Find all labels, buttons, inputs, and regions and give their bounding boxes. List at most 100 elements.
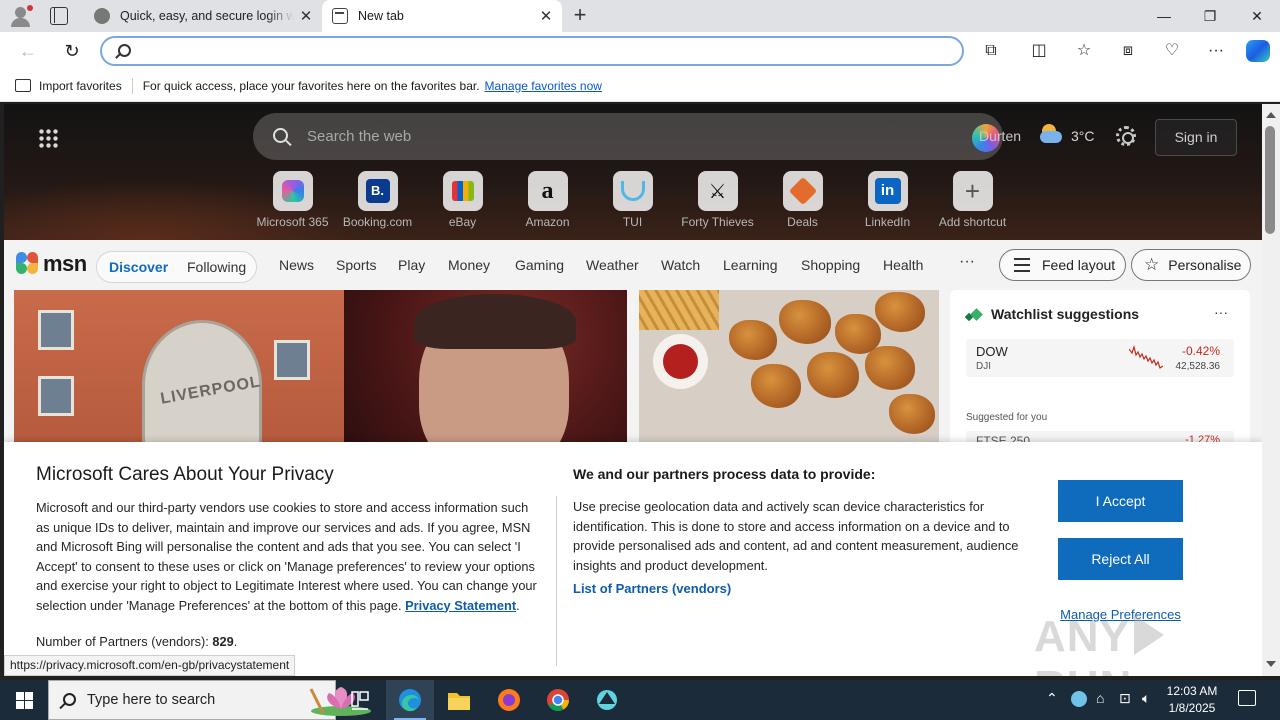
nav-weather[interactable]: Weather [586, 257, 639, 273]
edge-taskbar-icon[interactable] [386, 680, 434, 720]
shortcut-label: LinkedIn [864, 215, 911, 229]
copilot-icon[interactable] [1246, 40, 1270, 62]
close-tab-icon[interactable]: ✕ [534, 7, 558, 25]
nav-news[interactable]: News [279, 257, 314, 273]
nav-health[interactable]: Health [883, 257, 923, 273]
profile-avatar-icon[interactable] [8, 4, 34, 28]
watchlist-row-dow[interactable]: DOW DJI -0.42% 42,528.36 [966, 339, 1234, 377]
partly-cloudy-icon[interactable] [1038, 124, 1064, 144]
new-tab-button[interactable]: + [568, 4, 592, 28]
tab-new-tab[interactable]: New tab ✕ [322, 0, 562, 32]
device-icon[interactable]: ⌂ [1096, 690, 1104, 706]
msn-logo[interactable]: msn [16, 249, 87, 277]
shortcut-linkedin[interactable]: in LinkedIn [845, 171, 930, 229]
shortcut-label: Forty Thieves [681, 215, 754, 229]
title-bar: Quick, easy, and secure login wit ✕ New … [0, 0, 1280, 32]
scroll-up-arrow-icon[interactable] [1266, 112, 1276, 118]
task-view-icon[interactable] [336, 680, 384, 720]
accept-button[interactable]: I Accept [1058, 480, 1183, 522]
shortcut-microsoft-365[interactable]: Microsoft 365 [250, 171, 335, 229]
nav-watch[interactable]: Watch [661, 257, 700, 273]
taskbar-clock[interactable]: 12:03 AM 1/8/2025 [1160, 683, 1224, 717]
firefox-icon[interactable] [485, 680, 533, 720]
personalise-button[interactable]: ☆ Personalise [1131, 249, 1251, 281]
nav-shopping[interactable]: Shopping [801, 257, 860, 273]
msn-new-tab-page: Durten 3°C Sign in Microsoft 365 B. Book… [4, 104, 1262, 676]
app-taskbar-icon[interactable] [583, 680, 631, 720]
chrome-icon[interactable] [534, 680, 582, 720]
privacy-statement-link[interactable]: Privacy Statement [405, 598, 516, 613]
address-bar[interactable] [100, 36, 964, 66]
back-arrow-icon[interactable]: ← [14, 38, 42, 64]
restore-button[interactable]: ❐ [1187, 0, 1233, 32]
shortcut-label: TUI [622, 215, 643, 229]
app-launcher-icon[interactable] [38, 128, 58, 148]
import-favorites-button[interactable]: Import favorites [39, 79, 122, 93]
refresh-icon[interactable]: ↻ [58, 38, 86, 64]
close-window-button[interactable]: ✕ [1234, 0, 1280, 32]
network-status-icon[interactable] [1071, 691, 1087, 707]
gear-icon[interactable] [1116, 126, 1136, 146]
nav-learning[interactable]: Learning [723, 257, 778, 273]
status-bar-url: https://privacy.microsoft.com/en-gb/priv… [4, 655, 296, 676]
web-search-box[interactable] [253, 113, 1003, 160]
split-screen-icon[interactable]: ◫ [1028, 40, 1050, 62]
more-menu-icon[interactable]: ··· [1205, 40, 1227, 62]
web-search-input[interactable] [307, 125, 907, 147]
shortcut-ebay[interactable]: eBay [420, 171, 505, 229]
nugget-image [875, 292, 925, 332]
volume-icon[interactable]: 🔈︎ [1142, 690, 1150, 707]
windows-start-icon[interactable] [0, 680, 48, 720]
shortcut-amazon[interactable]: a Amazon [505, 171, 590, 229]
watchlist-more-icon[interactable]: ··· [1214, 304, 1228, 320]
favorites-star-icon[interactable]: ☆ [1073, 40, 1095, 62]
nugget-image [889, 394, 935, 434]
nav-more-icon[interactable]: ··· [959, 253, 975, 271]
add-shortcut-button[interactable]: + Add shortcut [930, 171, 1015, 229]
scroll-down-arrow-icon[interactable] [1266, 661, 1276, 667]
reject-all-button[interactable]: Reject All [1058, 538, 1183, 580]
tab-discover[interactable]: Discover [109, 259, 168, 275]
minimize-button[interactable]: — [1141, 0, 1187, 32]
nav-sports[interactable]: Sports [336, 257, 376, 273]
page-scrollbar[interactable] [1262, 104, 1280, 676]
tab-login[interactable]: Quick, easy, and secure login wit ✕ [84, 0, 322, 32]
notification-icon[interactable] [1238, 690, 1256, 706]
building-window [274, 340, 310, 380]
clock-time: 12:03 AM [1166, 684, 1218, 698]
extensions-icon[interactable]: ⧉ [980, 40, 1002, 62]
tab-following[interactable]: Following [187, 259, 246, 275]
file-explorer-icon[interactable] [435, 680, 483, 720]
sign-in-button[interactable]: Sign in [1155, 119, 1237, 156]
list-of-partners-link[interactable]: List of Partners (vendors) [573, 581, 731, 596]
nav-money[interactable]: Money [448, 257, 490, 273]
nav-gaming[interactable]: Gaming [515, 257, 564, 273]
shortcut-booking[interactable]: B. Booking.com [335, 171, 420, 229]
stock-symbol: DOW [976, 344, 1008, 359]
plus-icon: + [964, 175, 981, 206]
feed-layout-button[interactable]: Feed layout [999, 249, 1126, 281]
address-input[interactable] [142, 41, 942, 61]
news-card-hero[interactable]: LIVERPOOL [14, 290, 627, 450]
shortcut-tui[interactable]: TUI [590, 171, 675, 229]
weather-location[interactable]: Durten [979, 128, 1021, 144]
weather-temperature[interactable]: 3°C [1071, 128, 1095, 144]
linkedin-icon: in [874, 178, 901, 204]
collections-icon[interactable]: ⧈ [1117, 40, 1139, 62]
privacy-consent-dialog: Microsoft Cares About Your Privacy Micro… [4, 442, 1262, 676]
feed-toggle: Discover Following [96, 251, 257, 283]
tab-actions-icon[interactable] [50, 7, 68, 25]
news-card-food[interactable] [639, 290, 939, 450]
close-tab-icon[interactable]: ✕ [294, 7, 318, 25]
scroll-thumb[interactable] [1265, 126, 1275, 234]
shortcut-deals[interactable]: Deals [760, 171, 845, 229]
nav-play[interactable]: Play [398, 257, 425, 273]
network-icon[interactable]: ⊡ [1119, 690, 1131, 707]
shortcut-forty-thieves[interactable]: ⚔ Forty Thieves [675, 171, 760, 229]
chevron-up-icon[interactable]: ⌃ [1046, 690, 1058, 707]
data-processing-body: Use precise geolocation data and activel… [573, 499, 1019, 573]
taskbar-search-box[interactable]: Type here to search [48, 680, 371, 720]
manage-favorites-link[interactable]: Manage favorites now [485, 79, 602, 93]
browser-essentials-icon[interactable]: ♡ [1161, 40, 1183, 62]
nugget-image [751, 364, 801, 408]
